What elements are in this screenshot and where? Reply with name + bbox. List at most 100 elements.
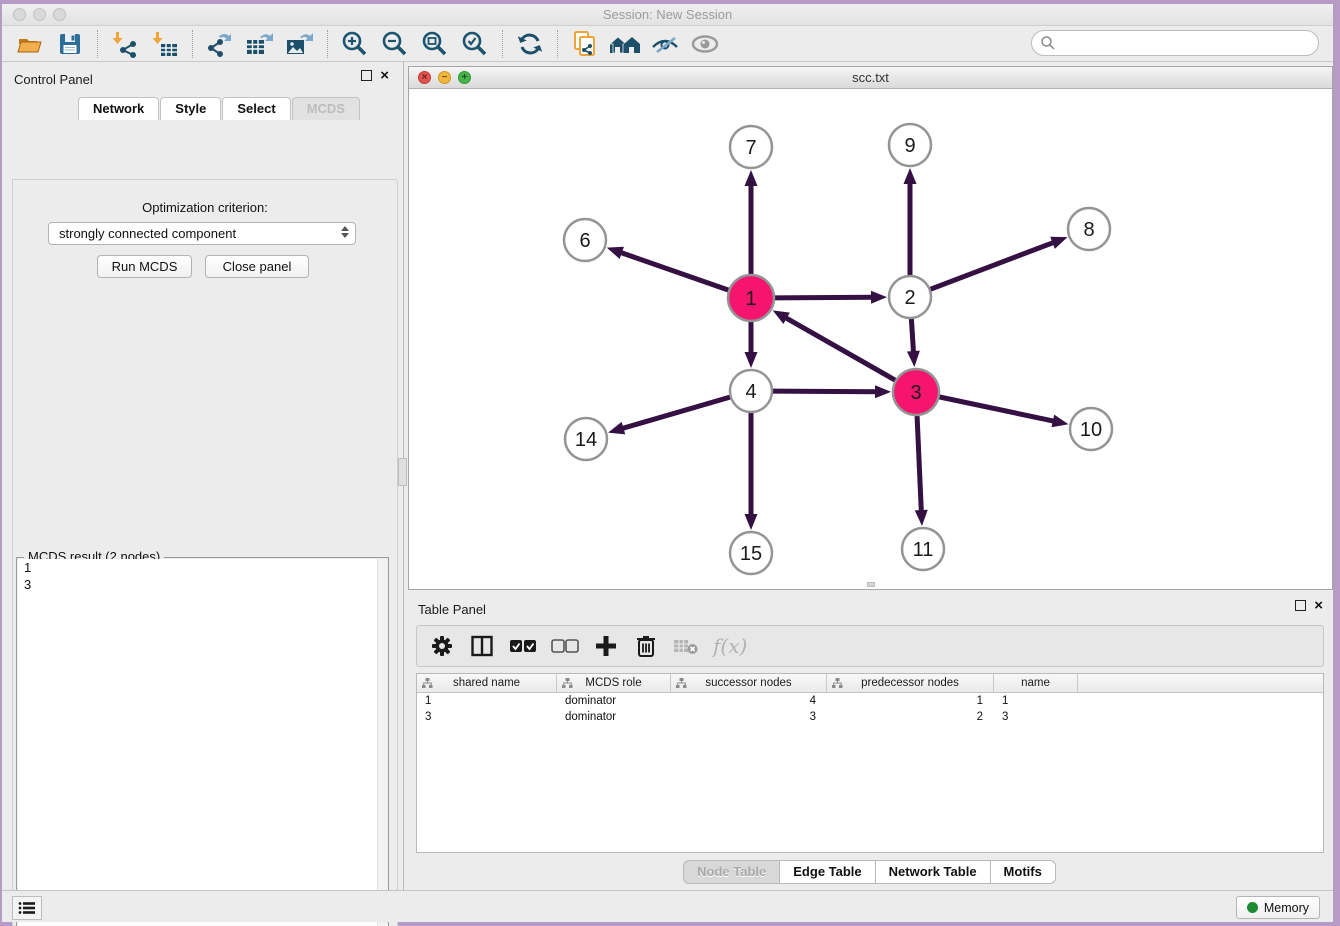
task-history-button[interactable] bbox=[12, 896, 42, 920]
add-column-icon[interactable] bbox=[593, 631, 619, 661]
cell-predecessor-nodes[interactable]: 2 bbox=[827, 711, 994, 723]
edge-3-to-10[interactable] bbox=[939, 397, 1056, 422]
column-header-shared-name[interactable]: shared name bbox=[417, 674, 557, 692]
edge-1-to-2[interactable] bbox=[774, 297, 874, 298]
refresh-icon[interactable] bbox=[513, 29, 547, 59]
deselect-all-icon[interactable] bbox=[551, 631, 579, 661]
show-details-icon[interactable] bbox=[688, 29, 722, 59]
tab-style[interactable]: Style bbox=[160, 97, 221, 120]
home-icon[interactable] bbox=[608, 29, 642, 59]
export-image-icon[interactable] bbox=[283, 29, 317, 59]
memory-label: Memory bbox=[1264, 901, 1309, 915]
export-table-icon[interactable] bbox=[243, 29, 277, 59]
clone-network-icon[interactable] bbox=[568, 29, 602, 59]
delete-table-icon[interactable] bbox=[673, 631, 699, 661]
columns-icon[interactable] bbox=[469, 631, 495, 661]
arrowhead-icon bbox=[904, 168, 917, 184]
arrowhead-icon bbox=[915, 510, 928, 526]
edge-2-to-8[interactable] bbox=[930, 242, 1056, 290]
edge-4-to-3[interactable] bbox=[772, 391, 878, 392]
zoom-out-icon[interactable] bbox=[378, 29, 412, 59]
splitter-handle[interactable] bbox=[398, 458, 407, 486]
edge-2-to-3[interactable] bbox=[911, 318, 913, 354]
close-panel-icon[interactable]: × bbox=[380, 70, 389, 81]
cell-MCDS-role[interactable]: dominator bbox=[557, 695, 671, 707]
cell-predecessor-nodes[interactable]: 1 bbox=[827, 695, 994, 707]
table-panel-title: Table Panel bbox=[418, 602, 486, 617]
cell-name[interactable]: 1 bbox=[994, 695, 1078, 707]
node-table[interactable]: shared nameMCDS rolesuccessor nodesprede… bbox=[416, 673, 1324, 853]
close-panel-button[interactable]: Close panel bbox=[205, 255, 309, 278]
control-panel-tabs: NetworkStyleSelectMCDS bbox=[78, 97, 361, 120]
cell-successor-nodes[interactable]: 4 bbox=[671, 695, 827, 707]
table-panel-tabs: Node TableEdge TableNetwork TableMotifs bbox=[406, 860, 1333, 884]
arrowhead-icon bbox=[745, 514, 758, 530]
settings-gear-icon[interactable] bbox=[429, 631, 455, 661]
tab-mcds[interactable]: MCDS bbox=[292, 97, 360, 120]
criterion-dropdown[interactable]: strongly connected component bbox=[48, 222, 356, 245]
status-bar: Memory bbox=[2, 890, 1333, 922]
tab-edge-table[interactable]: Edge Table bbox=[780, 860, 875, 884]
node-label: 10 bbox=[1080, 419, 1102, 441]
desktop-background: Session: New Session bbox=[0, 0, 1340, 926]
node-label: 14 bbox=[575, 429, 597, 451]
table-row[interactable]: 3dominator323 bbox=[417, 709, 1323, 725]
float-panel-icon[interactable] bbox=[361, 70, 372, 81]
hide-details-icon[interactable] bbox=[648, 29, 682, 59]
cell-name[interactable]: 3 bbox=[994, 711, 1078, 723]
import-table-icon[interactable] bbox=[148, 29, 182, 59]
node-label: 6 bbox=[579, 230, 590, 252]
column-header-successor-nodes[interactable]: successor nodes bbox=[671, 674, 827, 692]
export-network-icon[interactable] bbox=[203, 29, 237, 59]
edge-1-to-6[interactable] bbox=[619, 252, 729, 291]
run-mcds-button[interactable]: Run MCDS bbox=[97, 255, 192, 278]
table-rows: 1dominator4113dominator323 bbox=[417, 693, 1323, 725]
network-window-titlebar[interactable]: × − + scc.txt bbox=[409, 67, 1332, 89]
network-view-window: × − + scc.txt 7968124314101511 bbox=[408, 66, 1333, 590]
arrowhead-icon bbox=[871, 291, 887, 304]
cell-shared-name[interactable]: 1 bbox=[417, 695, 557, 707]
arrowhead-icon bbox=[1051, 415, 1068, 428]
memory-button[interactable]: Memory bbox=[1236, 896, 1320, 919]
window-resize-handle[interactable] bbox=[867, 582, 875, 587]
tab-network-table[interactable]: Network Table bbox=[876, 860, 991, 884]
save-session-icon[interactable] bbox=[53, 29, 87, 59]
tab-network[interactable]: Network bbox=[78, 97, 159, 120]
search-input[interactable] bbox=[1031, 30, 1319, 56]
network-graph[interactable]: 7968124314101511 bbox=[409, 89, 1332, 589]
zoom-in-icon[interactable] bbox=[338, 29, 372, 59]
search-icon bbox=[1040, 35, 1056, 51]
tab-node-table[interactable]: Node Table bbox=[683, 860, 780, 884]
arrowhead-icon bbox=[1050, 237, 1067, 249]
task-list-icon bbox=[18, 901, 36, 915]
table-row[interactable]: 1dominator411 bbox=[417, 693, 1323, 709]
edge-4-to-14[interactable] bbox=[621, 397, 731, 429]
column-header-name[interactable]: name bbox=[994, 674, 1078, 692]
tab-motifs[interactable]: Motifs bbox=[991, 860, 1056, 884]
edge-3-to-1[interactable] bbox=[784, 317, 896, 381]
edge-3-to-11[interactable] bbox=[917, 415, 921, 513]
zoom-fit-icon[interactable] bbox=[418, 29, 452, 59]
arrowhead-icon bbox=[607, 247, 624, 259]
delete-icon[interactable] bbox=[633, 631, 659, 661]
zoom-selected-icon[interactable] bbox=[458, 29, 492, 59]
function-builder-icon[interactable]: f(x) bbox=[713, 631, 747, 661]
network-canvas[interactable]: 7968124314101511 bbox=[409, 89, 1332, 589]
node-label: 9 bbox=[904, 135, 915, 157]
select-all-icon[interactable] bbox=[509, 631, 537, 661]
column-header-predecessor-nodes[interactable]: predecessor nodes bbox=[827, 674, 994, 692]
cell-MCDS-role[interactable]: dominator bbox=[557, 711, 671, 723]
cell-shared-name[interactable]: 3 bbox=[417, 711, 557, 723]
close-panel-icon[interactable]: × bbox=[1314, 600, 1323, 611]
import-network-icon[interactable] bbox=[108, 29, 142, 59]
cell-successor-nodes[interactable]: 3 bbox=[671, 711, 827, 723]
tab-select[interactable]: Select bbox=[222, 97, 290, 120]
open-session-icon[interactable] bbox=[13, 29, 47, 59]
mcds-result-scrollbar[interactable] bbox=[377, 559, 387, 926]
control-panel: Control Panel × NetworkStyleSelectMCDS O… bbox=[2, 62, 404, 890]
mcds-result-list[interactable]: 13 bbox=[18, 559, 378, 926]
main-titlebar: Session: New Session bbox=[2, 4, 1333, 26]
float-panel-icon[interactable] bbox=[1295, 600, 1306, 611]
column-header-MCDS-role[interactable]: MCDS role bbox=[557, 674, 671, 692]
table-panel: Table Panel × bbox=[406, 592, 1333, 890]
